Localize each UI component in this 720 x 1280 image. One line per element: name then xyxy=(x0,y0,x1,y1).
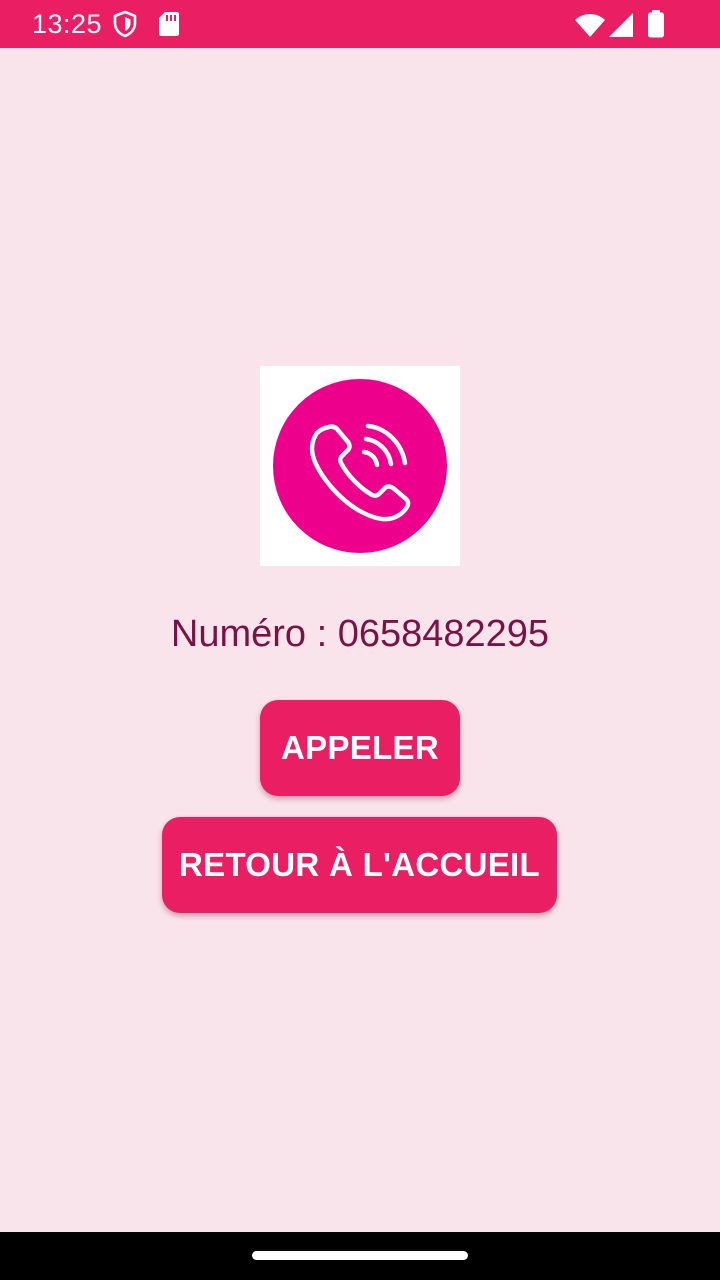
phone-logo xyxy=(260,366,460,566)
phone-number-label: Numéro : 0658482295 xyxy=(170,613,550,655)
battery-icon xyxy=(646,10,666,38)
back-to-home-button[interactable]: RETOUR À L'ACCUEIL xyxy=(162,817,557,913)
main-content: Numéro : 0658482295 APPELER RETOUR À L'A… xyxy=(0,48,720,1232)
wifi-icon xyxy=(574,12,606,38)
status-bar: 13:25 xyxy=(0,0,720,48)
cell-signal-icon xyxy=(608,12,634,38)
status-time: 13:25 xyxy=(32,9,103,39)
shield-icon xyxy=(112,10,138,38)
sd-card-icon xyxy=(158,11,180,37)
gesture-handle[interactable] xyxy=(252,1251,468,1260)
call-button[interactable]: APPELER xyxy=(260,700,460,796)
navigation-bar xyxy=(0,1232,720,1280)
phone-call-icon xyxy=(273,379,447,553)
